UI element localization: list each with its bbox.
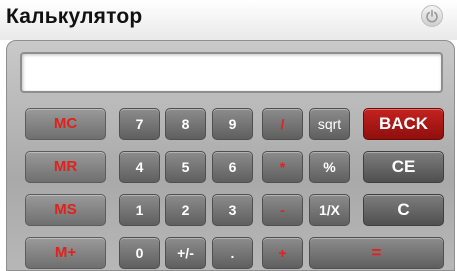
window-title: Калькулятор [6, 5, 143, 28]
digit-0-button[interactable]: 0 [119, 237, 160, 269]
ce-button[interactable]: CE [363, 151, 444, 183]
mc-button[interactable]: MC [25, 108, 106, 140]
reciprocal-button[interactable]: 1/X [309, 194, 350, 226]
c-button[interactable]: C [363, 194, 444, 226]
title-bar: Калькулятор [0, 0, 457, 40]
equals-button[interactable]: = [309, 237, 444, 269]
ms-button[interactable]: MS [25, 194, 106, 226]
digit-3-button[interactable]: 3 [212, 194, 253, 226]
mr-button[interactable]: MR [25, 151, 106, 183]
sqrt-button[interactable]: sqrt [309, 108, 350, 140]
digit-4-button[interactable]: 4 [119, 151, 160, 183]
back-button[interactable]: BACK [363, 108, 444, 140]
power-icon[interactable] [421, 5, 443, 27]
digit-2-button[interactable]: 2 [165, 194, 206, 226]
digit-8-button[interactable]: 8 [165, 108, 206, 140]
percent-button[interactable]: % [309, 151, 350, 183]
multiply-button[interactable]: * [262, 151, 303, 183]
digit-6-button[interactable]: 6 [212, 151, 253, 183]
digit-1-button[interactable]: 1 [119, 194, 160, 226]
digit-7-button[interactable]: 7 [119, 108, 160, 140]
divide-button[interactable]: / [262, 108, 303, 140]
plus-button[interactable]: + [262, 237, 303, 269]
digit-9-button[interactable]: 9 [212, 108, 253, 140]
plus-minus-button[interactable]: +/- [165, 237, 206, 269]
decimal-point-button[interactable]: . [212, 237, 253, 269]
digit-5-button[interactable]: 5 [165, 151, 206, 183]
calculator-display [20, 52, 443, 93]
minus-button[interactable]: - [262, 194, 303, 226]
m-plus-button[interactable]: M+ [25, 237, 106, 269]
